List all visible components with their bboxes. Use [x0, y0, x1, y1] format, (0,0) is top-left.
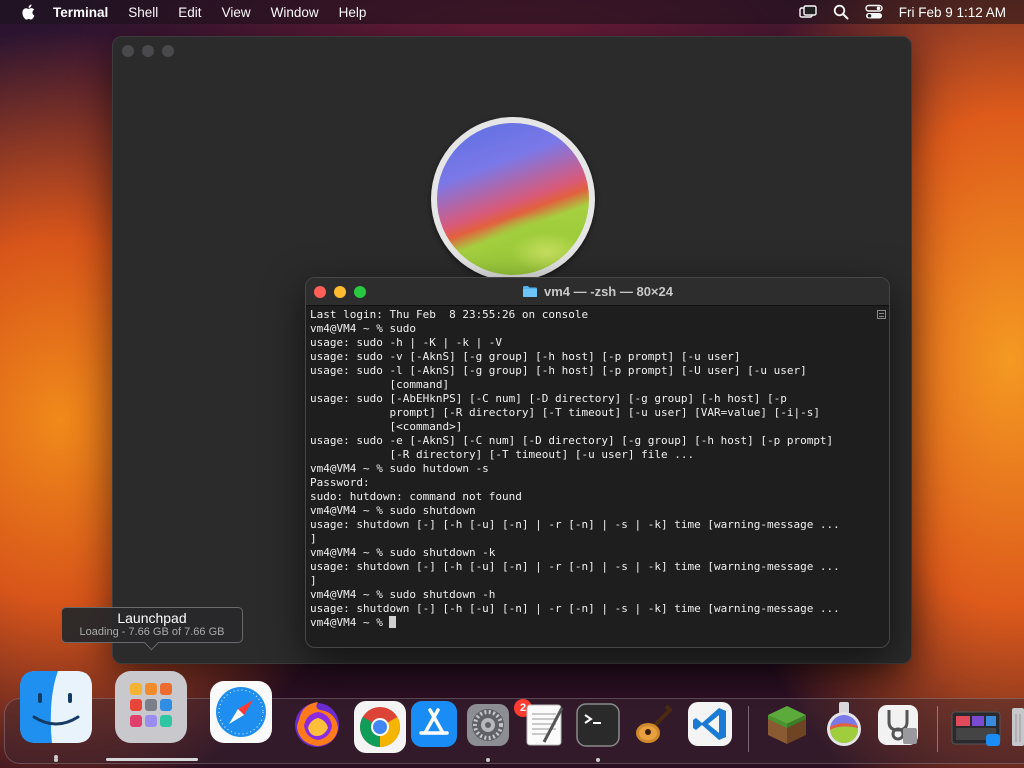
dock-app-downloads[interactable]: [950, 708, 1008, 766]
terminal-line: ]: [310, 532, 317, 545]
trash-icon: [1012, 708, 1024, 746]
disk-utility-icon: [878, 705, 918, 745]
zoom-button[interactable]: [354, 286, 366, 298]
appstore-icon: [411, 701, 457, 747]
terminal-line: vm4@VM4 ~ % sudo shutdown -h: [310, 588, 496, 601]
terminal-line: vm4@VM4 ~ % sudo shutdown -k: [310, 546, 496, 559]
progress-fill: [106, 758, 198, 761]
minimize-button[interactable]: [334, 286, 346, 298]
window-controls: [314, 286, 366, 298]
launchpad-download-progress: [106, 758, 198, 761]
terminal-line: usage: shutdown [-] [-h [-u] [-n] | -r […: [310, 518, 840, 531]
menu-edit[interactable]: Edit: [178, 5, 201, 20]
safari-icon: [210, 681, 272, 743]
menu-window[interactable]: Window: [271, 5, 319, 20]
garageband-icon: [636, 704, 673, 743]
dock-app-textedit[interactable]: [522, 702, 580, 760]
tooltip-title: Launchpad: [117, 610, 187, 626]
dock-app-trash[interactable]: [1010, 704, 1024, 762]
terminal-line: vm4@VM4 ~ % sudo hutdown -s: [310, 462, 489, 475]
menu-bar: Terminal Shell Edit View Window Help Fri…: [0, 0, 1024, 24]
menu-view[interactable]: View: [222, 5, 251, 20]
spotlight-search-icon[interactable]: [833, 4, 849, 20]
sonoma-wallpaper-image: [437, 123, 589, 275]
tooltip-subtitle: Loading - 7.66 GB of 7.66 GB: [79, 626, 225, 638]
terminal-line: usage: shutdown [-] [-h [-u] [-n] | -r […: [310, 602, 840, 615]
dock-app-finder[interactable]: [18, 669, 94, 759]
terminal-line: usage: sudo [-AbEHknPS] [-C num] [-D dir…: [310, 392, 787, 405]
folder-icon: [523, 286, 537, 297]
terminal-scrollbar[interactable]: [875, 306, 889, 647]
vscode-icon: [688, 702, 732, 746]
terminal-line: [<command>]: [310, 420, 463, 433]
terminal-output[interactable]: Last login: Thu Feb 8 23:55:26 on consol…: [306, 306, 889, 647]
dock-app-disk-utility[interactable]: [875, 702, 933, 760]
control-center-icon[interactable]: [865, 4, 883, 20]
dock-app-garageband[interactable]: [630, 700, 688, 758]
terminal-line: vm4@VM4 ~ % sudo shutdown: [310, 504, 476, 517]
close-button[interactable]: [122, 45, 134, 57]
terminal-line: [-R directory] [-T timeout] [-u user] fi…: [310, 448, 695, 461]
window-controls: [122, 45, 174, 57]
terminal-line: usage: sudo -h | -K | -k | -V: [310, 336, 503, 349]
firefox-icon: [295, 702, 339, 747]
dock-separator: [748, 706, 749, 752]
dock-app-vscode[interactable]: [686, 700, 744, 758]
dock-app-safari[interactable]: [209, 680, 272, 743]
terminal-line: Password:: [310, 476, 370, 489]
sonoma-installer-icon: [827, 702, 861, 746]
dock-app-app-store[interactable]: [410, 700, 468, 758]
launchpad-icon: [115, 671, 187, 743]
dock-app-sonoma-installer[interactable]: [820, 700, 878, 758]
terminal-titlebar[interactable]: vm4 — -zsh — 80×24: [306, 278, 889, 306]
window-title: vm4 — -zsh — 80×24: [522, 284, 673, 299]
chrome-icon: [354, 701, 406, 753]
dock-app-terminal[interactable]: [575, 702, 633, 760]
terminal-line: usage: sudo -v [-AknS] [-g group] [-h ho…: [310, 350, 741, 363]
terminal-line: [command]: [310, 378, 450, 391]
apple-menu-icon[interactable]: [19, 4, 37, 20]
dock-app-minecraft[interactable]: [764, 702, 822, 760]
terminal-running-indicator: [596, 758, 600, 762]
downloads-stack-icon: [951, 711, 1001, 746]
dock-separator: [937, 706, 938, 752]
terminal-line: Last login: Thu Feb 8 23:55:26 on consol…: [310, 308, 589, 321]
terminal-line: vm4@VM4 ~ % sudo: [310, 322, 416, 335]
macos-sonoma-logo: [431, 117, 595, 281]
dock-app-chrome[interactable]: [353, 700, 411, 758]
window-title-text: vm4 — -zsh — 80×24: [544, 284, 673, 299]
settings-running-indicator: [486, 758, 490, 762]
terminal-line: sudo: hutdown: command not found: [310, 490, 522, 503]
text-cursor: [389, 616, 397, 628]
minecraft-icon: [768, 706, 806, 744]
terminal-line: usage: sudo -e [-AknS] [-C num] [-D dire…: [310, 434, 834, 447]
close-button[interactable]: [314, 286, 326, 298]
terminal-line: usage: sudo -l [-AknS] [-g group] [-h ho…: [310, 364, 807, 377]
menu-help[interactable]: Help: [339, 5, 367, 20]
finder-icon: [20, 671, 92, 743]
screen-mirroring-icon[interactable]: [799, 5, 817, 19]
terminal-line: vm4@VM4 ~ %: [310, 616, 889, 630]
menu-shell[interactable]: Shell: [128, 5, 158, 20]
terminal-icon: [576, 703, 620, 747]
terminal-line: prompt] [-R directory] [-T timeout] [-u …: [310, 406, 820, 419]
settings-icon: [467, 704, 509, 746]
dock-app-firefox[interactable]: [290, 696, 348, 754]
dock-app-launchpad[interactable]: [113, 669, 189, 745]
minimize-button[interactable]: [142, 45, 154, 57]
terminal-line: ]: [310, 574, 317, 587]
terminal-line: usage: shutdown [-] [-h [-u] [-n] | -r […: [310, 560, 840, 573]
dock-app-system-settings[interactable]: 2: [466, 699, 532, 761]
textedit-icon: [526, 704, 564, 746]
launchpad-tooltip: Launchpad Loading - 7.66 GB of 7.66 GB: [61, 607, 243, 643]
zoom-button[interactable]: [162, 45, 174, 57]
menubar-clock[interactable]: Fri Feb 9 1:12 AM: [899, 5, 1006, 20]
finder-running-indicator: [54, 758, 58, 762]
terminal-window[interactable]: vm4 — -zsh — 80×24 Last login: Thu Feb 8…: [305, 277, 890, 648]
menu-app-terminal[interactable]: Terminal: [53, 5, 108, 20]
split-pane-icon[interactable]: [877, 310, 886, 319]
